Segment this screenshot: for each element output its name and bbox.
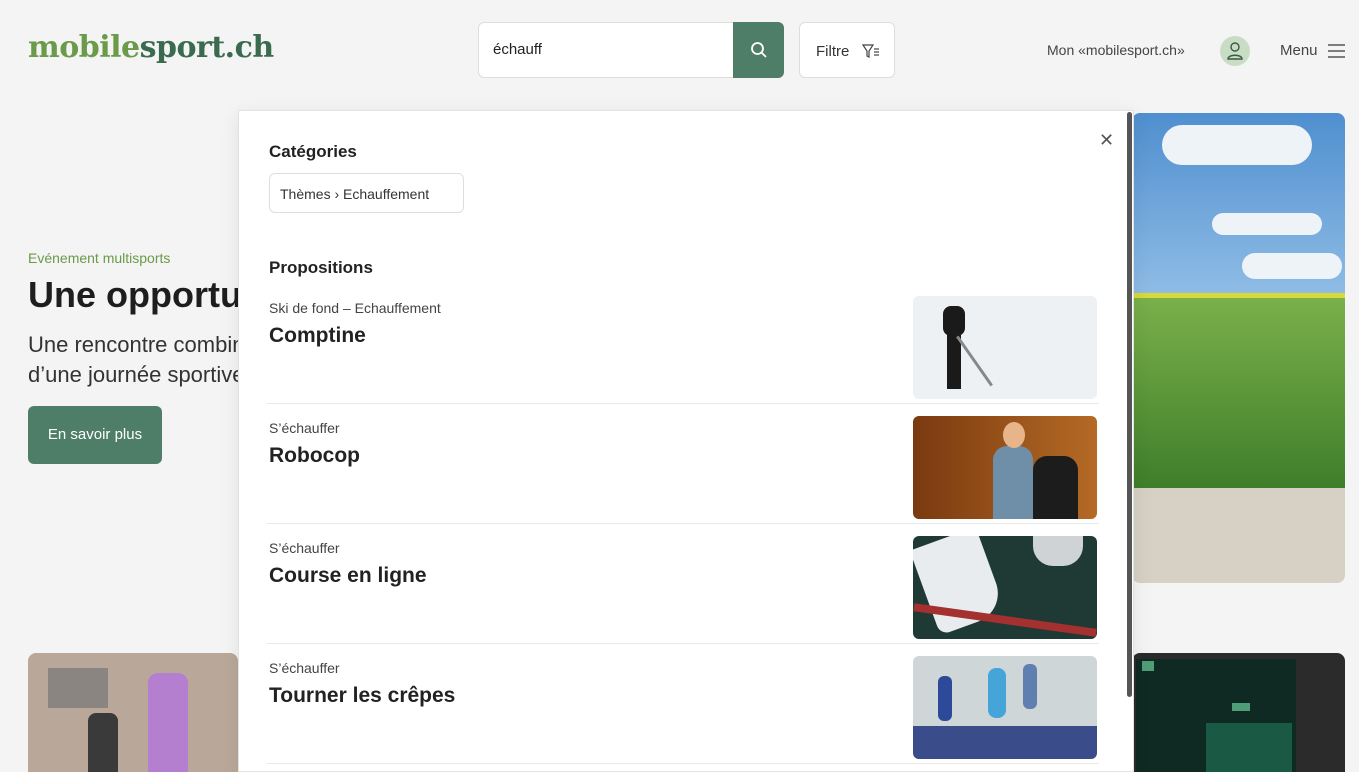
suggestion-category: S’échauffer [269,660,340,676]
suggestion-title: Comptine [269,324,366,347]
logo-part-sport: sport.ch [139,30,275,65]
hero-text-line-2: d’une journée sportive [28,362,240,387]
account-link[interactable]: Mon «mobilesport.ch» [1047,42,1185,58]
hero-text-line-1: Une rencontre combinée [28,332,240,357]
suggestion-title: Tourner les crêpes [269,684,456,707]
suggestion-thumbnail [913,656,1097,759]
suggestion-item[interactable]: S’échauffer Robocop [266,408,1099,524]
dropdown-scrollbar[interactable] [1127,112,1132,697]
menu-button[interactable]: Menu [1280,42,1318,59]
site-logo[interactable]: mobilesport.ch [28,30,274,65]
suggestion-item[interactable]: S’échauffer Tourner les crêpes [266,648,1099,764]
suggestion-category: S’échauffer [269,420,340,436]
categories-heading: Catégories [269,142,357,161]
hero-text: Une rencontre combinée d’une journée spo… [28,330,240,390]
filter-button[interactable]: Filtre [799,22,895,78]
suggestion-item[interactable]: Ski de fond – Echauffement Comptine [266,288,1099,404]
hamburger-icon[interactable] [1328,44,1345,58]
suggestion-title: Robocop [269,444,360,467]
learn-more-button[interactable]: En savoir plus [28,406,162,464]
suggestion-item[interactable]: S’échauffer Course en ligne [266,528,1099,644]
filter-icon [862,44,879,58]
suggestion-thumbnail [913,536,1097,639]
hero-kicker: Evénement multisports [28,250,171,266]
filter-label: Filtre [816,43,850,60]
user-icon [1227,42,1243,60]
suggestions-heading: Propositions [269,258,373,277]
card-image-kids[interactable] [28,653,238,772]
category-chip[interactable]: Thèmes › Echauffement [269,173,464,213]
avatar[interactable] [1220,36,1250,66]
suggestion-title: Course en ligne [269,564,427,587]
search-icon [751,42,767,58]
card-image-tablet[interactable] [1132,653,1345,772]
suggestion-thumbnail [913,416,1097,519]
search-input[interactable] [493,41,733,58]
close-icon[interactable]: ✕ [1099,130,1114,151]
hero-image [1132,113,1345,583]
hero-title: Une opportunité [28,274,240,315]
suggestion-category: Ski de fond – Echauffement [269,300,441,316]
search-button[interactable] [733,22,784,78]
logo-part-mobile: mobile [28,30,140,65]
suggestion-thumbnail [913,296,1097,399]
suggestion-category: S’échauffer [269,540,340,556]
